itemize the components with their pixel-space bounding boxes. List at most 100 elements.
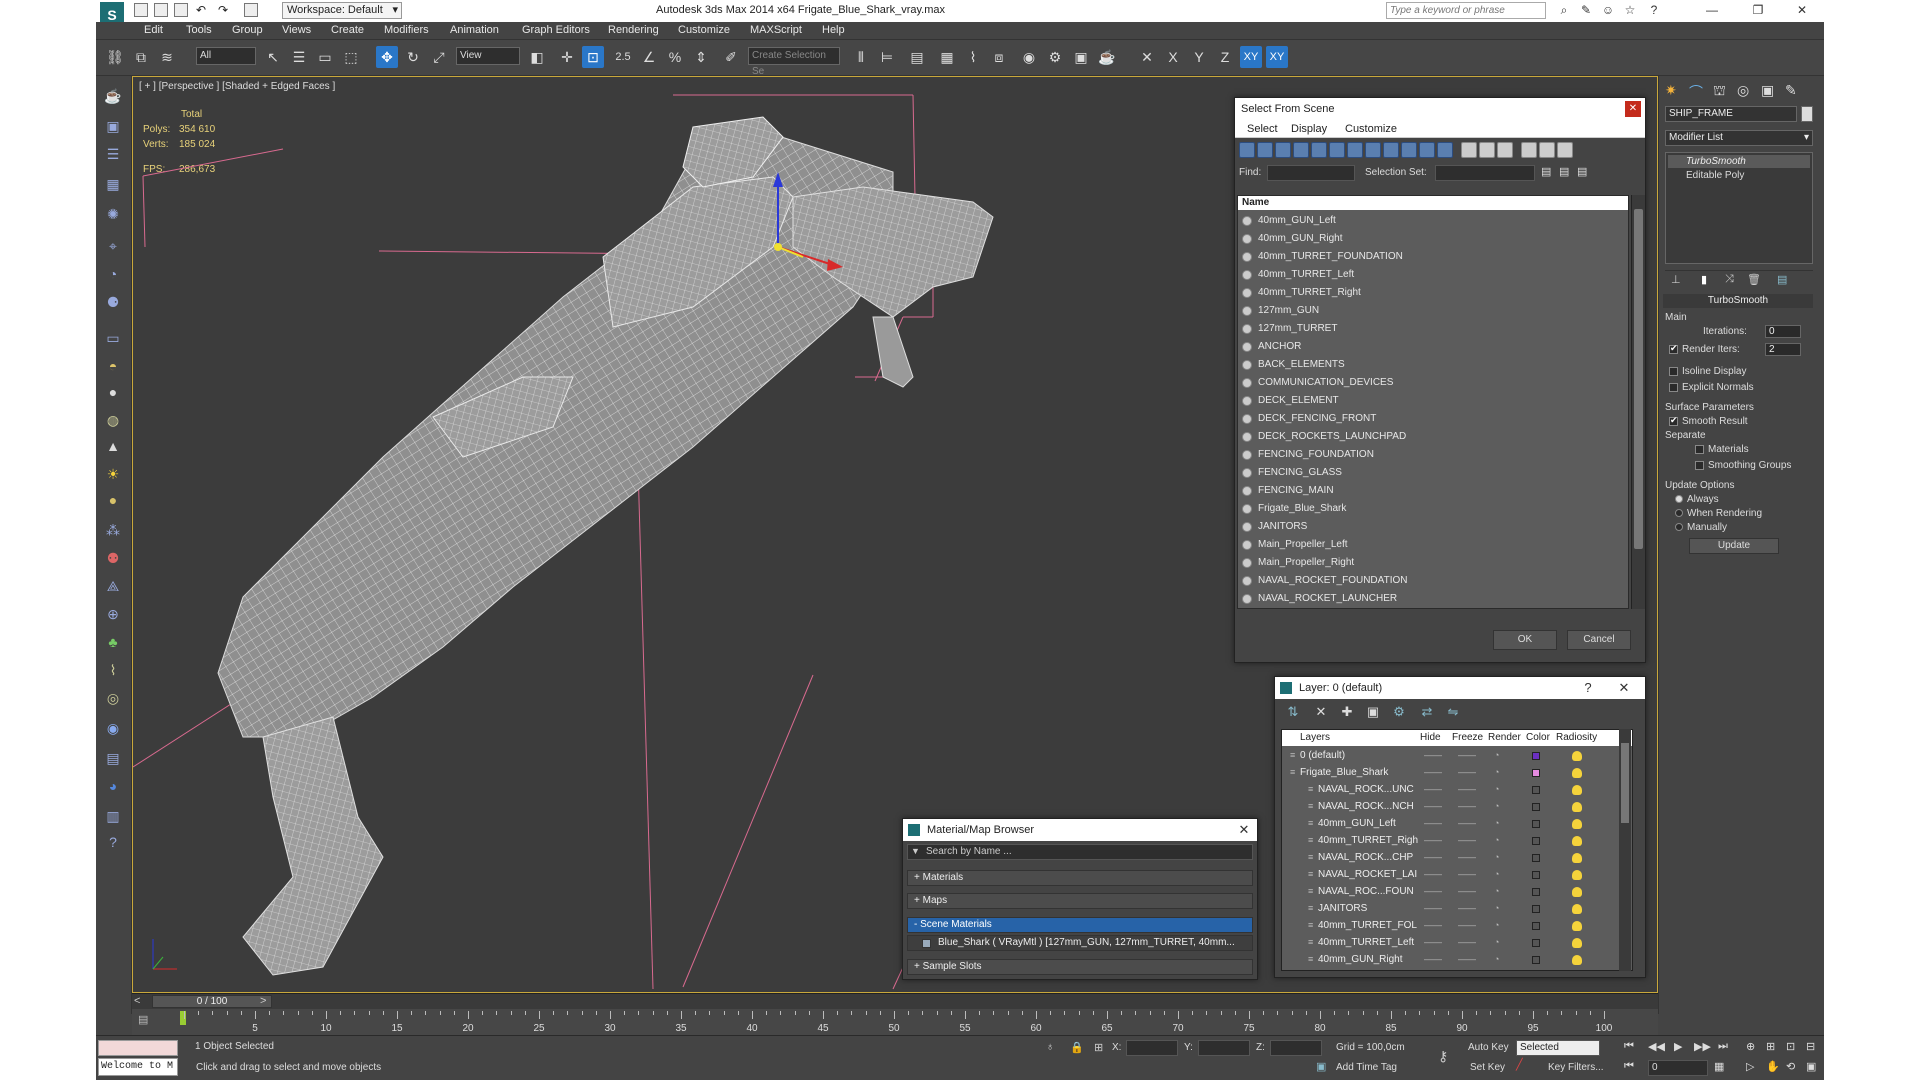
binoculars-icon[interactable]: ⌕ [1552,2,1576,19]
layer-color-swatch[interactable] [1532,820,1540,828]
graph-icon[interactable]: ▦ [103,174,123,194]
save-set-icon[interactable]: ▤ [1541,165,1551,178]
set-key-icon[interactable]: ╱ [1516,1058,1523,1071]
align-icon[interactable]: ⊨ [876,46,898,68]
menu-group[interactable]: Group [232,24,263,36]
layer-color-swatch[interactable] [1532,871,1540,879]
pin-stack-icon[interactable]: ⊥ [1671,273,1681,286]
scene-object-row[interactable]: NAVAL_ROCKET_LAUNCHER_left [1238,608,1628,609]
bones-filter-icon[interactable] [1383,142,1399,158]
material-search-input[interactable]: Search by Name ... [907,844,1253,860]
menu-customize[interactable]: Customize [678,24,730,36]
time-slider[interactable]: < 0 / 100 > [132,993,1658,1009]
modify-tab-icon[interactable]: ⌒ [1689,82,1703,102]
scene-object-row[interactable]: DECK_FENCING_FRONT [1238,410,1628,428]
hair-icon[interactable]: ⌇ [103,660,123,680]
layer-row[interactable]: ≡ NAVAL_ROCK...NCH —— —— ◔ [1282,798,1632,815]
radiosity-bulb-icon[interactable] [1572,802,1582,812]
hide-toggle[interactable]: —— [1424,798,1442,815]
maxscript-listener-input[interactable]: Welcome to M [98,1058,178,1076]
angle-snap-icon[interactable]: ∠ [638,46,660,68]
environment-sphere-icon[interactable]: ◉ [103,718,123,738]
helpers-filter-icon[interactable] [1311,142,1327,158]
render-iters-spinner[interactable]: 2 [1765,343,1801,356]
hide-toggle[interactable]: —— [1424,815,1442,832]
turbosmooth-rollout-header[interactable]: TurboSmooth [1663,294,1813,308]
render-toggle-icon[interactable]: ◔ [1494,764,1499,781]
axis-x-button[interactable]: X [1162,46,1184,68]
layer-row[interactable]: ≡ NAVAL_ROCKET_LAI —— —— ◔ [1282,866,1632,883]
render-toggle-icon[interactable]: ◔ [1494,832,1499,849]
maximize-viewport-icon[interactable]: ▣ [1806,1060,1816,1073]
hide-toggle[interactable]: —— [1424,900,1442,917]
radiosity-bulb-icon[interactable] [1572,887,1582,897]
modifier-list-dropdown[interactable]: Modifier List ▾ [1665,130,1813,146]
layer-row[interactable]: ≡ NAVAL_ROCK...UNC —— —— ◔ [1282,781,1632,798]
layer-scrollbar[interactable] [1619,729,1631,971]
light-icon[interactable]: ✺ [103,204,123,224]
separate-materials-checkbox[interactable] [1695,444,1704,454]
hierarchy-icon[interactable] [1539,142,1555,158]
layer-help-button[interactable]: ? [1577,677,1599,699]
update-button[interactable]: Update [1689,538,1779,554]
unlink-icon[interactable]: ⧉ [130,46,152,68]
freeze-toggle[interactable]: —— [1458,951,1476,968]
radiosity-bulb-icon[interactable] [1572,921,1582,931]
hide-toggle[interactable]: —— [1424,934,1442,951]
undo-icon[interactable]: ↶ [196,3,210,17]
display-tab-icon[interactable]: ▣ [1761,82,1774,99]
absolute-mode-icon[interactable]: ⊞ [1094,1041,1103,1054]
help-circle-icon[interactable]: ? [103,832,123,852]
cancel-button[interactable]: Cancel [1567,630,1631,650]
isolate-selection-icon[interactable]: ♁ [1046,1041,1054,1053]
select-manipulate-icon[interactable]: ✛ [556,46,578,68]
object-list-scrollbar[interactable] [1631,195,1645,609]
layer-row[interactable]: ≡ NAVAL_ROCK...CHP —— —— ◔ [1282,849,1632,866]
scene-object-row[interactable]: ANCHOR [1238,338,1628,356]
selection-set-dropdown[interactable] [1435,165,1535,181]
save-file-icon[interactable] [174,3,188,17]
y-coord-field[interactable] [1198,1040,1250,1056]
freeze-toggle[interactable]: —— [1458,934,1476,951]
maximize-icon[interactable]: ❐ [1746,2,1770,19]
render-toggle-icon[interactable]: ◔ [1494,781,1499,798]
x-coord-field[interactable] [1126,1040,1178,1056]
frozen-filter-icon[interactable] [1419,142,1435,158]
iterations-spinner[interactable]: 0 [1765,325,1801,338]
layer-color-swatch[interactable] [1532,922,1540,930]
auto-key-button[interactable]: Auto Key [1468,1042,1509,1053]
layer-color-swatch[interactable] [1532,939,1540,947]
render-toggle-icon[interactable]: ◔ [1494,747,1499,764]
bind-spacewarp-icon[interactable]: ≋ [156,46,178,68]
time-tag-icon[interactable]: ▣ [1316,1060,1326,1073]
hide-toggle[interactable]: —— [1424,747,1442,764]
scene-object-row[interactable]: FENCING_FOUNDATION [1238,446,1628,464]
rotate-icon[interactable]: ↻ [402,46,424,68]
scene-object-row[interactable]: 40mm_GUN_Right [1238,230,1628,248]
always-radio[interactable] [1675,495,1683,504]
sphere-icon[interactable]: ● [103,382,123,402]
set-key-button[interactable]: Set Key [1470,1062,1505,1073]
box-icon[interactable]: ▣ [103,116,123,136]
stack-item-editable-poly[interactable]: Editable Poly [1668,169,1810,182]
radiosity-bulb-icon[interactable] [1572,785,1582,795]
menu-views[interactable]: Views [282,24,311,36]
scene-object-row[interactable]: JANITORS [1238,518,1628,536]
menu-animation[interactable]: Animation [450,24,499,36]
scene-materials-section[interactable]: - Scene Materials [907,917,1253,933]
named-selection-set-dropdown[interactable]: Create Selection Se [748,47,840,77]
col-color[interactable]: Color [1526,730,1550,746]
project-folder-icon[interactable] [244,3,258,17]
schematic-view-icon[interactable]: ⧈ [988,46,1010,68]
percent-snap-icon[interactable]: % [664,46,686,68]
render-toggle-icon[interactable]: ◔ [1494,815,1499,832]
pan-icon[interactable]: ✋ [1766,1060,1780,1073]
scene-object-row[interactable]: 127mm_GUN [1238,302,1628,320]
layers-icon[interactable] [1557,142,1573,158]
window-crossing-icon[interactable]: ⬚ [340,46,362,68]
plane-icon[interactable]: ▭ [103,328,123,348]
render-toggle-icon[interactable]: ◔ [1494,883,1499,900]
sample-slots-section[interactable]: + Sample Slots [907,959,1253,975]
motion-tab-icon[interactable]: ◎ [1737,82,1749,99]
add-to-layer-icon[interactable]: ✚ [1339,704,1355,720]
